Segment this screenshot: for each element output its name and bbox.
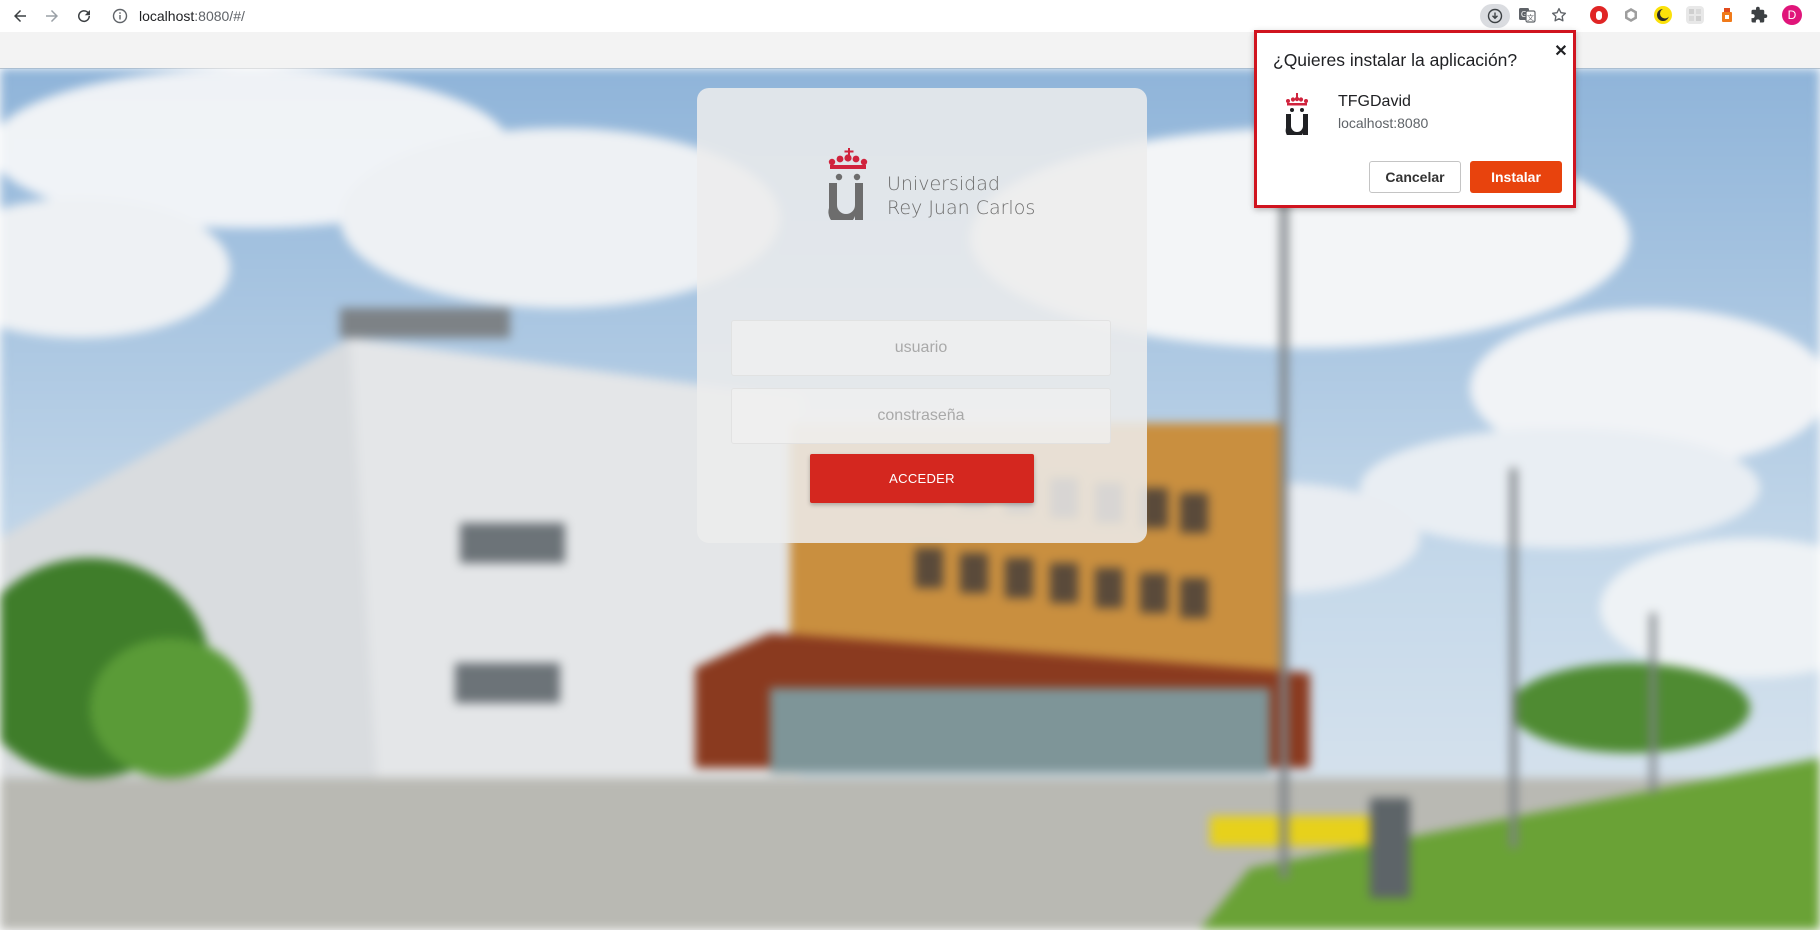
install-app-icon[interactable] <box>1480 4 1510 28</box>
university-logo: Universidad Rey Juan Carlos <box>827 148 1037 228</box>
puzzle-icon[interactable] <box>1750 6 1768 24</box>
login-button[interactable]: ACCEDER <box>810 454 1034 503</box>
extension-icon[interactable] <box>1590 6 1608 24</box>
svg-text:文: 文 <box>1527 13 1534 22</box>
app-icon <box>1285 93 1308 135</box>
close-icon[interactable]: ✕ <box>1551 41 1571 61</box>
forward-icon[interactable] <box>40 4 64 28</box>
address-bar[interactable]: localhost:8080/#/ <box>108 2 1508 30</box>
install-button[interactable]: Instalar <box>1470 161 1562 193</box>
dialog-title: ¿Quieres instalar la aplicación? <box>1273 50 1518 70</box>
reload-icon[interactable] <box>72 4 96 28</box>
star-icon[interactable] <box>1550 6 1568 24</box>
extension-icon[interactable] <box>1622 6 1640 24</box>
url-host: localhost <box>139 8 195 24</box>
app-name: TFGDavid <box>1338 93 1411 110</box>
browser-toolbar: localhost:8080/#/ G文 D <box>0 0 1820 32</box>
url-path: :8080/#/ <box>194 8 245 24</box>
login-card: Universidad Rey Juan Carlos ACCEDER <box>697 88 1147 543</box>
username-input[interactable] <box>731 320 1111 376</box>
url-text: localhost:8080/#/ <box>139 8 245 24</box>
back-icon[interactable] <box>8 4 32 28</box>
app-origin: localhost:8080 <box>1338 115 1429 131</box>
extension-icon[interactable] <box>1654 6 1672 24</box>
profile-initial: D <box>1787 8 1797 22</box>
university-name: Universidad Rey Juan Carlos <box>887 172 1035 220</box>
install-app-dialog: ¿Quieres instalar la aplicación? ✕ TFGDa… <box>1254 30 1576 208</box>
logo-line-1: Universidad <box>887 173 1000 195</box>
extension-icon[interactable] <box>1718 6 1736 24</box>
logo-line-2: Rey Juan Carlos <box>887 197 1036 219</box>
cancel-button[interactable]: Cancelar <box>1369 161 1461 193</box>
translate-icon[interactable]: G文 <box>1518 6 1536 24</box>
extension-icon[interactable] <box>1686 6 1704 24</box>
info-icon[interactable] <box>112 8 128 24</box>
password-input[interactable] <box>731 388 1111 444</box>
urjc-emblem <box>828 148 868 220</box>
avatar[interactable]: D <box>1782 5 1802 25</box>
